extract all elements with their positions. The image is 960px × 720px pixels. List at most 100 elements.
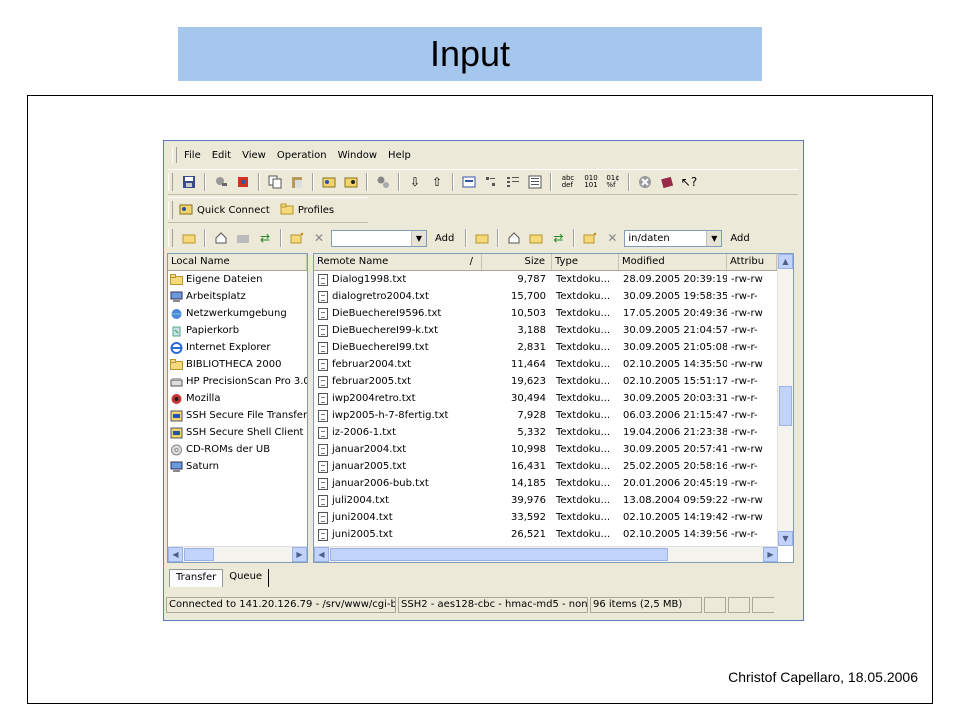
quick-connect-button[interactable]: Quick Connect [179, 202, 270, 219]
table-row[interactable]: februar2004.txt 11,464 Textdoku... 02.10.20… [314, 356, 793, 373]
list-item[interactable]: Netzwerkumgebung [168, 305, 307, 322]
list-item[interactable]: Eigene Dateien [168, 271, 307, 288]
table-row[interactable]: dialogretro2004.txt 15,700 Textdoku... 30.0… [314, 288, 793, 305]
tab-transfer[interactable]: Transfer [169, 569, 224, 587]
scroll-left-icon[interactable]: ◀ [314, 547, 329, 562]
disconnect-icon[interactable] [341, 172, 361, 192]
table-row[interactable]: juni2005.txt 26,521 Textdoku... 02.10.2005 … [314, 526, 793, 543]
scroll-down-icon[interactable]: ▼ [778, 531, 793, 546]
list-item[interactable]: SSH Secure Shell Client [168, 424, 307, 441]
local-home-icon[interactable] [211, 228, 231, 248]
menu-edit[interactable]: Edit [212, 150, 231, 161]
table-row[interactable]: DieBuechereI9596.txt 10,503 Textdoku... 17.… [314, 305, 793, 322]
column-header-remote-name[interactable]: Remote Name / [314, 254, 482, 270]
remote-parent-folder-icon[interactable] [526, 228, 546, 248]
list-item[interactable]: Saturn [168, 458, 307, 475]
scroll-left-icon[interactable]: ◀ [168, 547, 183, 562]
cell-name: DieBuechereI99-k.txt [314, 324, 482, 337]
find-icon[interactable] [211, 172, 231, 192]
list-item[interactable]: Arbeitsplatz [168, 288, 307, 305]
remote-add-button[interactable]: Add [724, 233, 755, 244]
list-item[interactable]: Internet Explorer [168, 339, 307, 356]
save-icon[interactable] [179, 172, 199, 192]
copy-icon[interactable] [265, 172, 285, 192]
table-row[interactable]: januar2004.txt 10,998 Textdoku... 30.09.200… [314, 441, 793, 458]
large-icons-view-icon[interactable] [459, 172, 479, 192]
table-row[interactable]: februar2005.txt 19,623 Textdoku... 02.10.20… [314, 373, 793, 390]
local-path-select[interactable]: ▼ [331, 229, 427, 247]
scroll-right-icon[interactable]: ▶ [292, 547, 307, 562]
cancel-icon[interactable] [635, 172, 655, 192]
table-row[interactable]: juli2004.txt 39,976 Textdoku... 13.08.2004 … [314, 492, 793, 509]
small-icons-view-icon[interactable] [481, 172, 501, 192]
whats-this-help-icon[interactable]: ↖? [679, 172, 699, 192]
table-row[interactable]: iwp2005-h-7-8fertig.txt 7,928 Textdoku... 0… [314, 407, 793, 424]
cell-name-text: iz-2006-1.txt [332, 427, 396, 438]
local-horizontal-scrollbar[interactable]: ◀ ▶ [168, 546, 307, 562]
list-item[interactable]: HP PrecisionScan Pro 3.0 [168, 373, 307, 390]
scroll-thumb[interactable] [184, 548, 214, 561]
remote-path-select[interactable]: in/daten ▼ [624, 229, 723, 247]
cell-size: 19,623 [511, 376, 546, 387]
column-header-type[interactable]: Type [552, 254, 619, 270]
list-item[interactable]: SSH Secure File Transfer [168, 407, 307, 424]
remote-delete-icon[interactable]: ✕ [602, 228, 622, 248]
details-view-icon[interactable] [525, 172, 545, 192]
list-view-icon[interactable] [503, 172, 523, 192]
menu-view[interactable]: View [242, 150, 266, 161]
column-header-attributes[interactable]: Attribu [727, 254, 777, 270]
remote-home-icon[interactable] [504, 228, 524, 248]
binary-mode-icon[interactable]: 010 101 [581, 172, 601, 192]
list-item[interactable]: Papierkorb [168, 322, 307, 339]
local-add-button[interactable]: Add [429, 233, 460, 244]
cell-attr: -rw-r- [731, 376, 758, 387]
table-row[interactable]: DieBuechereI99-k.txt 3,188 Textdoku... 30.0… [314, 322, 793, 339]
list-item[interactable]: BIBLIOTHECA 2000 [168, 356, 307, 373]
upload-arrow-icon[interactable]: ⇧ [427, 172, 447, 192]
column-header-local-name[interactable]: Local Name [168, 254, 307, 270]
menu-help[interactable]: Help [388, 150, 411, 161]
local-new-folder-icon[interactable] [287, 228, 307, 248]
remote-refresh-icon[interactable]: ⇄ [548, 228, 568, 248]
tab-queue[interactable]: Queue [223, 569, 270, 587]
list-item[interactable]: Mozilla [168, 390, 307, 407]
column-header-modified[interactable]: Modified [619, 254, 727, 270]
table-row[interactable]: DieBuechereI99.txt 2,831 Textdoku... 30.09.… [314, 339, 793, 356]
help-book-icon[interactable] [657, 172, 677, 192]
auto-mode-icon[interactable]: 01¢ %f [603, 172, 623, 192]
scroll-thumb[interactable] [779, 386, 792, 426]
chevron-down-icon[interactable]: ▼ [706, 230, 722, 246]
local-delete-icon[interactable]: ✕ [309, 228, 329, 248]
remote-horizontal-scrollbar[interactable]: ◀ ▶ [314, 546, 778, 562]
remote-folder-up-icon[interactable] [472, 228, 492, 248]
gears-icon[interactable] [373, 172, 393, 192]
column-header-size[interactable]: Size [482, 254, 552, 270]
paste-icon[interactable] [287, 172, 307, 192]
local-parent-folder-icon[interactable] [233, 228, 253, 248]
table-row[interactable]: Dialog1998.txt 9,787 Textdoku... 28.09.2005… [314, 271, 793, 288]
remote-new-folder-icon[interactable] [580, 228, 600, 248]
settings-icon[interactable] [233, 172, 253, 192]
profiles-button[interactable]: Profiles [280, 203, 334, 218]
resize-grip-icon[interactable] [752, 597, 774, 613]
local-folder-up-icon[interactable] [179, 228, 199, 248]
local-refresh-icon[interactable]: ⇄ [255, 228, 275, 248]
menu-file[interactable]: File [184, 150, 201, 161]
menu-window[interactable]: Window [338, 150, 377, 161]
scroll-up-icon[interactable]: ▲ [778, 254, 793, 269]
connect-icon[interactable] [319, 172, 339, 192]
table-row[interactable]: januar2005.txt 16,431 Textdoku... 25.02.200… [314, 458, 793, 475]
list-item[interactable]: CD-ROMs der UB [168, 441, 307, 458]
table-row[interactable]: januar2006-bub.txt 14,185 Textdoku... 20.01… [314, 475, 793, 492]
scroll-thumb[interactable] [330, 548, 668, 561]
remote-vertical-scrollbar[interactable]: ▲ ▼ [777, 254, 793, 546]
download-arrow-icon[interactable]: ⇩ [405, 172, 425, 192]
chevron-down-icon[interactable]: ▼ [411, 230, 426, 246]
menu-operation[interactable]: Operation [277, 150, 327, 161]
table-row[interactable]: juni2004.txt 33,592 Textdoku... 02.10.2005 … [314, 509, 793, 526]
ascii-mode-icon[interactable]: abc def [557, 172, 579, 192]
menu-grip[interactable] [172, 147, 177, 163]
table-row[interactable]: iz-2006-1.txt 5,332 Textdoku... 19.04.2006 … [314, 424, 793, 441]
scroll-right-icon[interactable]: ▶ [763, 547, 778, 562]
table-row[interactable]: iwp2004retro.txt 30,494 Textdoku... 30.09.2… [314, 390, 793, 407]
